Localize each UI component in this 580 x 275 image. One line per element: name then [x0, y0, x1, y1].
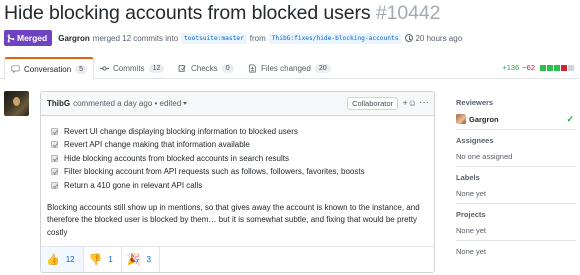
- tab-counter: 20: [314, 63, 331, 73]
- task-text: Revert UI change displaying blocking inf…: [64, 126, 298, 136]
- tab-label: Conversation: [24, 64, 72, 74]
- reviewers-heading[interactable]: Reviewers: [456, 98, 576, 107]
- comment-icon: [11, 65, 20, 73]
- reviewers-section: Reviewers Gargron ✓: [456, 98, 576, 130]
- thumbs-up-icon: 👍: [46, 254, 60, 266]
- merge-text: merged 12 commits into: [92, 33, 179, 43]
- sidebar: Reviewers Gargron ✓ Assignees No one ass…: [456, 98, 576, 256]
- task-checkbox[interactable]: [51, 154, 58, 162]
- reaction-tada[interactable]: 🎉 3: [122, 246, 160, 272]
- thumbs-down-icon: 👎: [88, 254, 103, 266]
- task-text: Return a 410 gone in relevant API calls: [64, 180, 203, 190]
- commit-icon: [100, 65, 109, 71]
- merge-time: 20 hours ago: [415, 33, 463, 43]
- diffstat: +136 −62: [502, 63, 574, 72]
- reactions-bar: 👍 12 👎 1 🎉 3: [41, 246, 434, 272]
- task-text: Filter blocking account from API request…: [64, 167, 365, 177]
- add-reaction-icon[interactable]: +☺: [403, 98, 417, 108]
- tab-files-changed[interactable]: Files changed 20: [248, 57, 331, 79]
- clock-icon: [405, 34, 414, 42]
- projects-heading[interactable]: Projects: [456, 210, 576, 219]
- task-checkbox[interactable]: [51, 127, 58, 135]
- deletions-count: −62: [522, 63, 535, 72]
- chevron-down-icon[interactable]: [183, 102, 188, 105]
- task-text: Hide blocking accounts from blocked acco…: [64, 153, 289, 163]
- tab-commits[interactable]: Commits 12: [100, 57, 165, 79]
- labels-section: Labels None yet: [456, 173, 576, 204]
- from-text: from: [249, 33, 266, 43]
- base-branch[interactable]: tootsuite:master: [181, 32, 247, 44]
- merger-name[interactable]: Gargron: [58, 34, 90, 43]
- tab-counter: 12: [148, 63, 165, 73]
- more-options-icon[interactable]: ···: [419, 97, 429, 108]
- comment-header: ThibG commented a day ago • edited Colla…: [41, 92, 434, 116]
- reaction-thumbs-down[interactable]: 👎 1: [84, 246, 122, 272]
- tab-label: Checks: [191, 63, 218, 73]
- task-checkbox[interactable]: [51, 141, 58, 149]
- tab-counter: 0: [221, 63, 234, 73]
- status-label: Merged: [17, 33, 48, 43]
- task-item: Revert UI change displaying blocking inf…: [51, 125, 434, 137]
- pr-meta: Merged Gargron merged 12 commits into to…: [4, 30, 462, 46]
- reviewer-avatar: [456, 114, 466, 124]
- merge-icon: [7, 34, 15, 42]
- task-item: Revert API change making that informatio…: [51, 139, 434, 151]
- task-checkbox[interactable]: [51, 168, 58, 176]
- reviewer-name: Gargron: [469, 114, 499, 124]
- reaction-count: 1: [108, 255, 113, 264]
- tab-conversation[interactable]: Conversation 5: [4, 57, 95, 80]
- checklist-icon: [178, 64, 186, 72]
- assignees-value: No one assigned: [456, 152, 513, 161]
- comment-author[interactable]: ThibG: [47, 99, 70, 108]
- tada-icon: 🎉: [126, 254, 141, 266]
- pr-number: #10442: [375, 2, 441, 24]
- tab-checks[interactable]: Checks 0: [178, 57, 234, 79]
- task-list: Revert UI change displaying blocking inf…: [41, 116, 434, 191]
- collaborator-badge: Collaborator: [347, 97, 398, 110]
- labels-heading[interactable]: Labels: [456, 173, 576, 182]
- pr-title-text: Hide blocking accounts from blocked user…: [4, 2, 371, 24]
- avatar[interactable]: [4, 91, 29, 116]
- comment-meta[interactable]: commented a day ago • edited: [73, 99, 181, 108]
- reaction-count: 3: [146, 255, 151, 264]
- pr-title: Hide blocking accounts from blocked user…: [4, 2, 441, 25]
- diffstat-blocks: [540, 64, 574, 71]
- projects-value: None yet: [456, 226, 487, 235]
- tab-counter: 5: [75, 64, 88, 74]
- approved-check-icon: ✓: [566, 114, 574, 124]
- tab-label: Files changed: [261, 63, 311, 73]
- reaction-count: 12: [65, 255, 75, 264]
- milestone-value: None yet: [456, 247, 487, 256]
- comment-body: Blocking accounts still show up in menti…: [47, 202, 420, 237]
- labels-value: None yet: [456, 189, 487, 198]
- reaction-thumbs-up[interactable]: 👍 12: [41, 246, 84, 272]
- comment-box: ThibG commented a day ago • edited Colla…: [40, 91, 435, 273]
- status-badge: Merged: [4, 30, 53, 46]
- tab-bar: Conversation 5 Commits 12 Checks 0 Files…: [0, 57, 580, 80]
- reviewer-item[interactable]: Gargron ✓: [456, 114, 576, 124]
- task-item: Return a 410 gone in relevant API calls: [51, 179, 434, 191]
- additions-count: +136: [502, 63, 520, 72]
- task-text: Revert API change making that informatio…: [64, 140, 250, 150]
- projects-section: Projects None yet: [456, 210, 576, 241]
- task-item: Filter blocking account from API request…: [51, 166, 434, 178]
- task-checkbox[interactable]: [51, 181, 58, 189]
- assignees-heading[interactable]: Assignees: [456, 136, 576, 145]
- tab-label: Commits: [113, 63, 145, 73]
- diff-icon: [249, 63, 256, 73]
- assignees-section: Assignees No one assigned: [456, 136, 576, 167]
- head-branch[interactable]: ThibG:fixes/hide-blocking-accounts: [268, 32, 402, 44]
- task-item: Hide blocking accounts from blocked acco…: [51, 152, 434, 164]
